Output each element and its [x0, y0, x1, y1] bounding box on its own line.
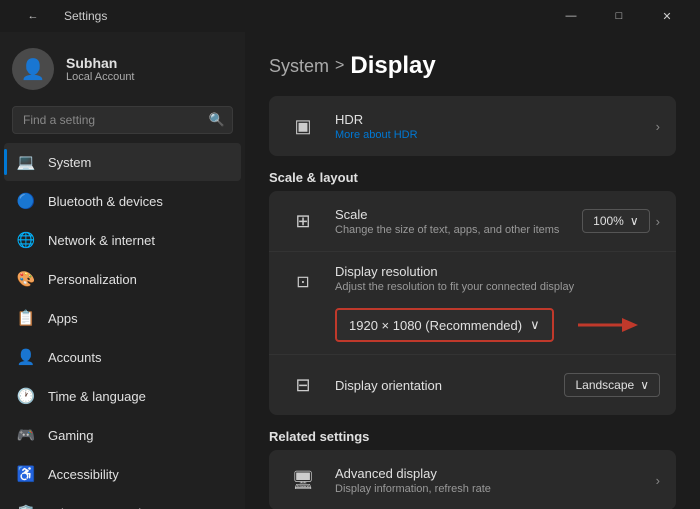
related-settings-label: Related settings	[269, 429, 676, 444]
scale-row[interactable]: ⊞ Scale Change the size of text, apps, a…	[269, 191, 676, 252]
user-name: Subhan	[66, 55, 135, 71]
sidebar-item-privacy[interactable]: 🛡️ Privacy & security	[4, 494, 241, 509]
search-box: 🔍	[12, 106, 233, 134]
advanced-display-sublabel: Display information, refresh rate	[335, 483, 642, 495]
scale-label: Scale	[335, 207, 568, 222]
hdr-sublabel: More about HDR	[335, 129, 642, 141]
maximize-button[interactable]: □	[596, 0, 642, 32]
sidebar-item-bluetooth[interactable]: 🔵 Bluetooth & devices	[4, 182, 241, 220]
breadcrumb-current: Display	[350, 52, 435, 80]
titlebar-title: Settings	[64, 9, 107, 23]
bluetooth-icon: 🔵	[16, 191, 36, 211]
scale-sublabel: Change the size of text, apps, and other…	[335, 224, 568, 236]
accessibility-icon: ♿	[16, 464, 36, 484]
titlebar-controls: — □ ✕	[548, 0, 690, 32]
back-button[interactable]: ←	[10, 0, 56, 32]
scale-layout-card: ⊞ Scale Change the size of text, apps, a…	[269, 191, 676, 415]
resolution-text: Display resolution Adjust the resolution…	[335, 264, 660, 293]
orientation-value[interactable]: Landscape ∨	[564, 373, 660, 397]
user-info: Subhan Local Account	[66, 55, 135, 83]
resolution-header: ⊡ Display resolution Adjust the resoluti…	[269, 252, 676, 304]
network-icon: 🌐	[16, 230, 36, 250]
time-label: Time & language	[48, 389, 146, 404]
network-label: Network & internet	[48, 233, 155, 248]
orientation-row[interactable]: ⊟ Display orientation Landscape ∨	[269, 354, 676, 415]
advanced-display-row[interactable]: 🖥 Advanced display Display information, …	[269, 450, 676, 509]
content-area: System > Display ▣ HDR More about HDR › …	[245, 32, 700, 509]
hdr-icon: ▣	[285, 108, 321, 144]
sidebar-item-time[interactable]: 🕐 Time & language	[4, 377, 241, 415]
gaming-label: Gaming	[48, 428, 94, 443]
scale-value[interactable]: 100% ∨	[582, 209, 650, 233]
system-label: System	[48, 155, 91, 170]
related-settings-card: 🖥 Advanced display Display information, …	[269, 450, 676, 509]
breadcrumb-separator: >	[335, 57, 344, 75]
scale-right: 100% ∨ ›	[582, 209, 660, 233]
resolution-icon: ⊡	[285, 264, 321, 300]
resolution-body: 1920 × 1080 (Recommended) ∨	[269, 304, 676, 354]
personalization-icon: 🎨	[16, 269, 36, 289]
sidebar-item-apps[interactable]: 📋 Apps	[4, 299, 241, 337]
accessibility-label: Accessibility	[48, 467, 119, 482]
user-section: 👤 Subhan Local Account	[0, 32, 245, 102]
hdr-right: ›	[656, 119, 660, 134]
resolution-chevron-icon: ∨	[530, 317, 540, 333]
scale-text: Scale Change the size of text, apps, and…	[335, 207, 568, 236]
advanced-display-icon: 🖥	[285, 462, 321, 498]
resolution-dropdown[interactable]: 1920 × 1080 (Recommended) ∨	[335, 308, 554, 342]
sidebar-item-gaming[interactable]: 🎮 Gaming	[4, 416, 241, 454]
nav-items: 💻 System 🔵 Bluetooth & devices 🌐 Network…	[0, 142, 245, 509]
hdr-chevron: ›	[656, 119, 660, 134]
scale-layout-label: Scale & layout	[269, 170, 676, 185]
privacy-label: Privacy & security	[48, 506, 151, 509]
red-arrow	[578, 314, 638, 336]
resolution-sublabel: Adjust the resolution to fit your connec…	[335, 281, 660, 293]
user-account-type: Local Account	[66, 71, 135, 83]
bluetooth-label: Bluetooth & devices	[48, 194, 163, 209]
advanced-display-label: Advanced display	[335, 466, 642, 481]
breadcrumb-parent[interactable]: System	[269, 56, 329, 77]
accounts-label: Accounts	[48, 350, 101, 365]
app-body: 👤 Subhan Local Account 🔍 💻 System 🔵 Blue…	[0, 32, 700, 509]
gaming-icon: 🎮	[16, 425, 36, 445]
advanced-display-right: ›	[656, 473, 660, 488]
titlebar: ← Settings — □ ✕	[0, 0, 700, 32]
search-icon: 🔍	[209, 112, 225, 128]
orientation-label: Display orientation	[335, 378, 550, 393]
resolution-value: 1920 × 1080 (Recommended)	[349, 318, 522, 333]
advanced-display-text: Advanced display Display information, re…	[335, 466, 642, 495]
scale-chevron: ›	[656, 214, 660, 229]
sidebar: 👤 Subhan Local Account 🔍 💻 System 🔵 Blue…	[0, 32, 245, 509]
system-icon: 💻	[16, 152, 36, 172]
orientation-right: Landscape ∨	[564, 373, 660, 397]
orientation-text: Display orientation	[335, 378, 550, 393]
apps-icon: 📋	[16, 308, 36, 328]
breadcrumb: System > Display	[269, 52, 676, 80]
hdr-text: HDR More about HDR	[335, 112, 642, 141]
scale-icon: ⊞	[285, 203, 321, 239]
sidebar-item-system[interactable]: 💻 System	[4, 143, 241, 181]
orientation-icon: ⊟	[285, 367, 321, 403]
hdr-card: ▣ HDR More about HDR ›	[269, 96, 676, 156]
close-button[interactable]: ✕	[644, 0, 690, 32]
personalization-label: Personalization	[48, 272, 137, 287]
accounts-icon: 👤	[16, 347, 36, 367]
sidebar-item-network[interactable]: 🌐 Network & internet	[4, 221, 241, 259]
search-input[interactable]	[12, 106, 233, 134]
minimize-button[interactable]: —	[548, 0, 594, 32]
sidebar-item-personalization[interactable]: 🎨 Personalization	[4, 260, 241, 298]
sidebar-item-accessibility[interactable]: ♿ Accessibility	[4, 455, 241, 493]
privacy-icon: 🛡️	[16, 503, 36, 509]
hdr-row[interactable]: ▣ HDR More about HDR ›	[269, 96, 676, 156]
titlebar-left: ← Settings	[10, 0, 107, 32]
hdr-label: HDR	[335, 112, 642, 127]
advanced-display-chevron: ›	[656, 473, 660, 488]
sidebar-item-accounts[interactable]: 👤 Accounts	[4, 338, 241, 376]
avatar: 👤	[12, 48, 54, 90]
time-icon: 🕐	[16, 386, 36, 406]
apps-label: Apps	[48, 311, 78, 326]
resolution-label: Display resolution	[335, 264, 660, 279]
